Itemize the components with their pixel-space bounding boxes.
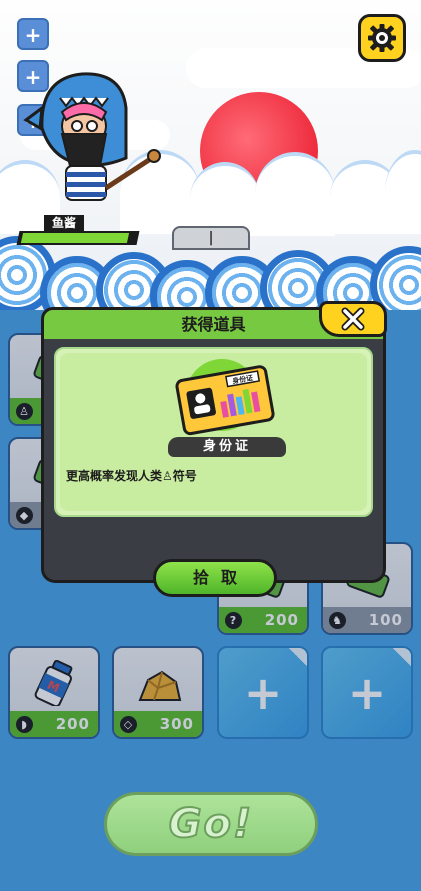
gear-icon: [368, 24, 396, 52]
item-name: 身份证: [168, 437, 286, 457]
close-button[interactable]: [319, 301, 387, 337]
id-card-icon: 身份证: [175, 365, 275, 436]
item-panel: 身份证 身份证 更高概率发现人类♙符号: [54, 347, 373, 517]
go-button[interactable]: Go!: [104, 792, 318, 856]
pick-up-button[interactable]: 拾取: [153, 559, 277, 597]
item-obtained-dialog: 获得道具 身份证 身份证 更高概率发现人类♙符号 拾取: [41, 301, 387, 597]
hp-bar: [16, 231, 140, 245]
shark-hood-character: [23, 72, 161, 201]
settings-button[interactable]: [358, 14, 406, 62]
item-description: 更高概率发现人类♙符号: [66, 469, 197, 483]
hp-bar-fill: [20, 233, 130, 243]
character-name: 鱼酱: [44, 215, 85, 231]
close-icon: [341, 307, 365, 331]
side-add-button[interactable]: +: [17, 18, 49, 50]
dialog-body: 身份证 身份证 更高概率发现人类♙符号 拾取: [41, 339, 386, 597]
scroll-tab[interactable]: |: [172, 226, 250, 250]
character-status: 鱼酱: [16, 215, 140, 249]
